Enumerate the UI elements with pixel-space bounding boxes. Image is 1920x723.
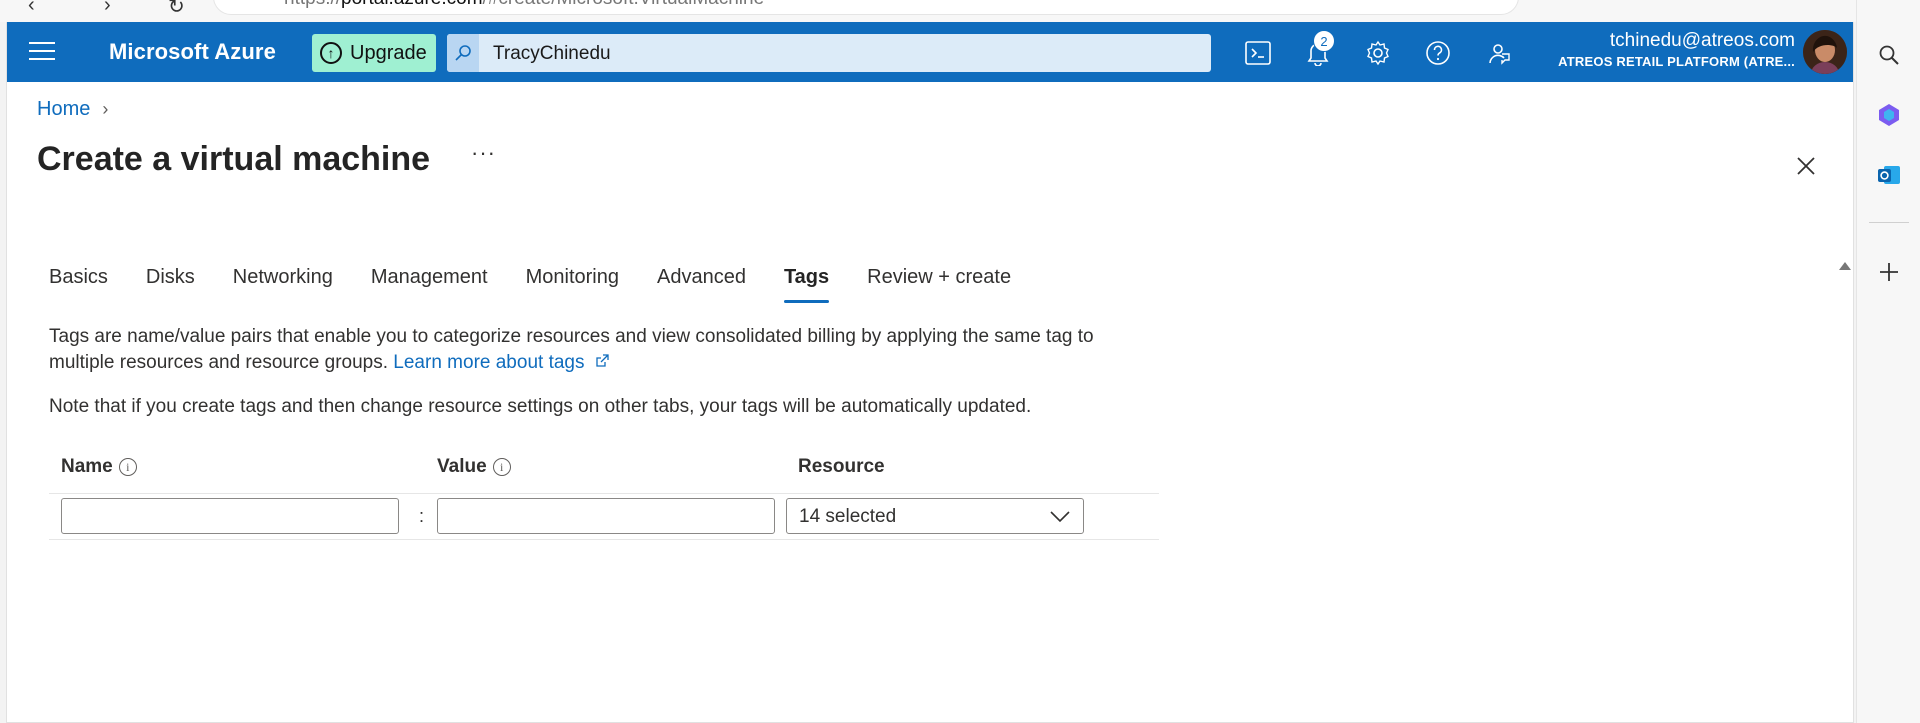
azure-portal: Microsoft Azure ↑ Upgrade TracyChinedu 2 [6,22,1854,723]
scroll-up-arrow-icon[interactable] [1839,262,1851,270]
breadcrumb-separator-icon: › [102,99,109,119]
resource-dropdown[interactable]: 14 selected [786,498,1084,534]
chevron-down-icon [1049,507,1071,530]
tab-disks[interactable]: Disks [146,266,195,303]
name-info-icon[interactable]: i [118,458,137,476]
learn-more-link[interactable]: Learn more about tags [393,352,609,373]
browser-toolbar: ‹ › ↻ https://portal.azure.com/#create/M… [0,0,1856,22]
name-header-label: Name [61,456,113,477]
avatar[interactable] [1803,30,1847,74]
name-column-header: Name i [61,456,137,478]
settings-gear-icon[interactable] [1361,36,1395,70]
upgrade-label: Upgrade [350,41,427,64]
top-navigation-bar: Microsoft Azure ↑ Upgrade TracyChinedu 2 [7,22,1853,82]
address-bar[interactable]: https://portal.azure.com/#create/Microso… [214,0,1518,14]
tab-advanced[interactable]: Advanced [657,266,746,303]
tags-note: Note that if you create tags and then ch… [49,396,1032,417]
tab-tags[interactable]: Tags [783,266,830,303]
tag-value-input[interactable] [437,498,775,534]
resource-selected-value: 14 selected [799,506,897,527]
tab-basics[interactable]: Basics [49,266,108,303]
notifications-badge: 2 [1313,30,1335,52]
help-icon[interactable] [1421,36,1455,70]
tag-name-input[interactable] [61,498,399,534]
refresh-icon[interactable]: ↻ [168,0,185,19]
resource-header-label: Resource [798,456,885,477]
sidebar-divider [1869,222,1909,223]
search-input[interactable]: TracyChinedu [447,34,1211,72]
name-value-separator: : [419,506,425,526]
brand-title[interactable]: Microsoft Azure [109,39,276,65]
tab-monitoring[interactable]: Monitoring [526,266,619,303]
value-info-icon[interactable]: i [492,458,511,476]
feedback-icon[interactable] [1481,36,1515,70]
breadcrumb: Home › [37,98,108,121]
search-icon[interactable] [1875,41,1903,69]
tab-review-create[interactable]: Review + create [867,266,1011,303]
account-email: tchinedu@atreos.com [1609,30,1795,51]
resource-column-header: Resource [798,456,885,478]
browser-sidebar [1856,0,1920,723]
external-link-icon [596,354,609,367]
value-header-label: Value [437,456,487,477]
forward-icon[interactable]: › [104,0,111,17]
upgrade-button[interactable]: ↑ Upgrade [312,34,436,72]
tab-management[interactable]: Management [371,266,488,303]
search-value: TracyChinedu [493,43,611,64]
table-row-divider [49,539,1159,540]
address-text: https://portal.azure.com/#create/Microso… [284,0,764,10]
more-options-icon[interactable]: ··· [471,140,496,166]
account-tenant: ATREOS RETAIL PLATFORM (ATRE... [1558,54,1795,69]
table-row-divider [49,493,1159,494]
search-icon [447,34,479,72]
copilot-icon[interactable] [1875,101,1903,129]
breadcrumb-home-link[interactable]: Home [37,98,90,121]
close-icon[interactable] [1789,149,1823,183]
back-icon[interactable]: ‹ [28,0,35,17]
tab-networking[interactable]: Networking [233,266,333,303]
upgrade-arrow-icon: ↑ [320,42,342,64]
menu-icon[interactable] [29,42,55,62]
tags-description: Tags are name/value pairs that enable yo… [49,324,1159,376]
outlook-icon[interactable] [1875,161,1903,189]
page-title: Create a virtual machine [37,140,431,178]
cloud-shell-icon[interactable] [1241,36,1275,70]
wizard-tabs: Basics Disks Networking Management Monit… [49,266,1049,303]
account-menu[interactable]: tchinedu@atreos.com ATREOS RETAIL PLATFO… [1558,29,1795,71]
add-icon[interactable] [1875,258,1903,286]
value-column-header: Value i [437,456,511,478]
